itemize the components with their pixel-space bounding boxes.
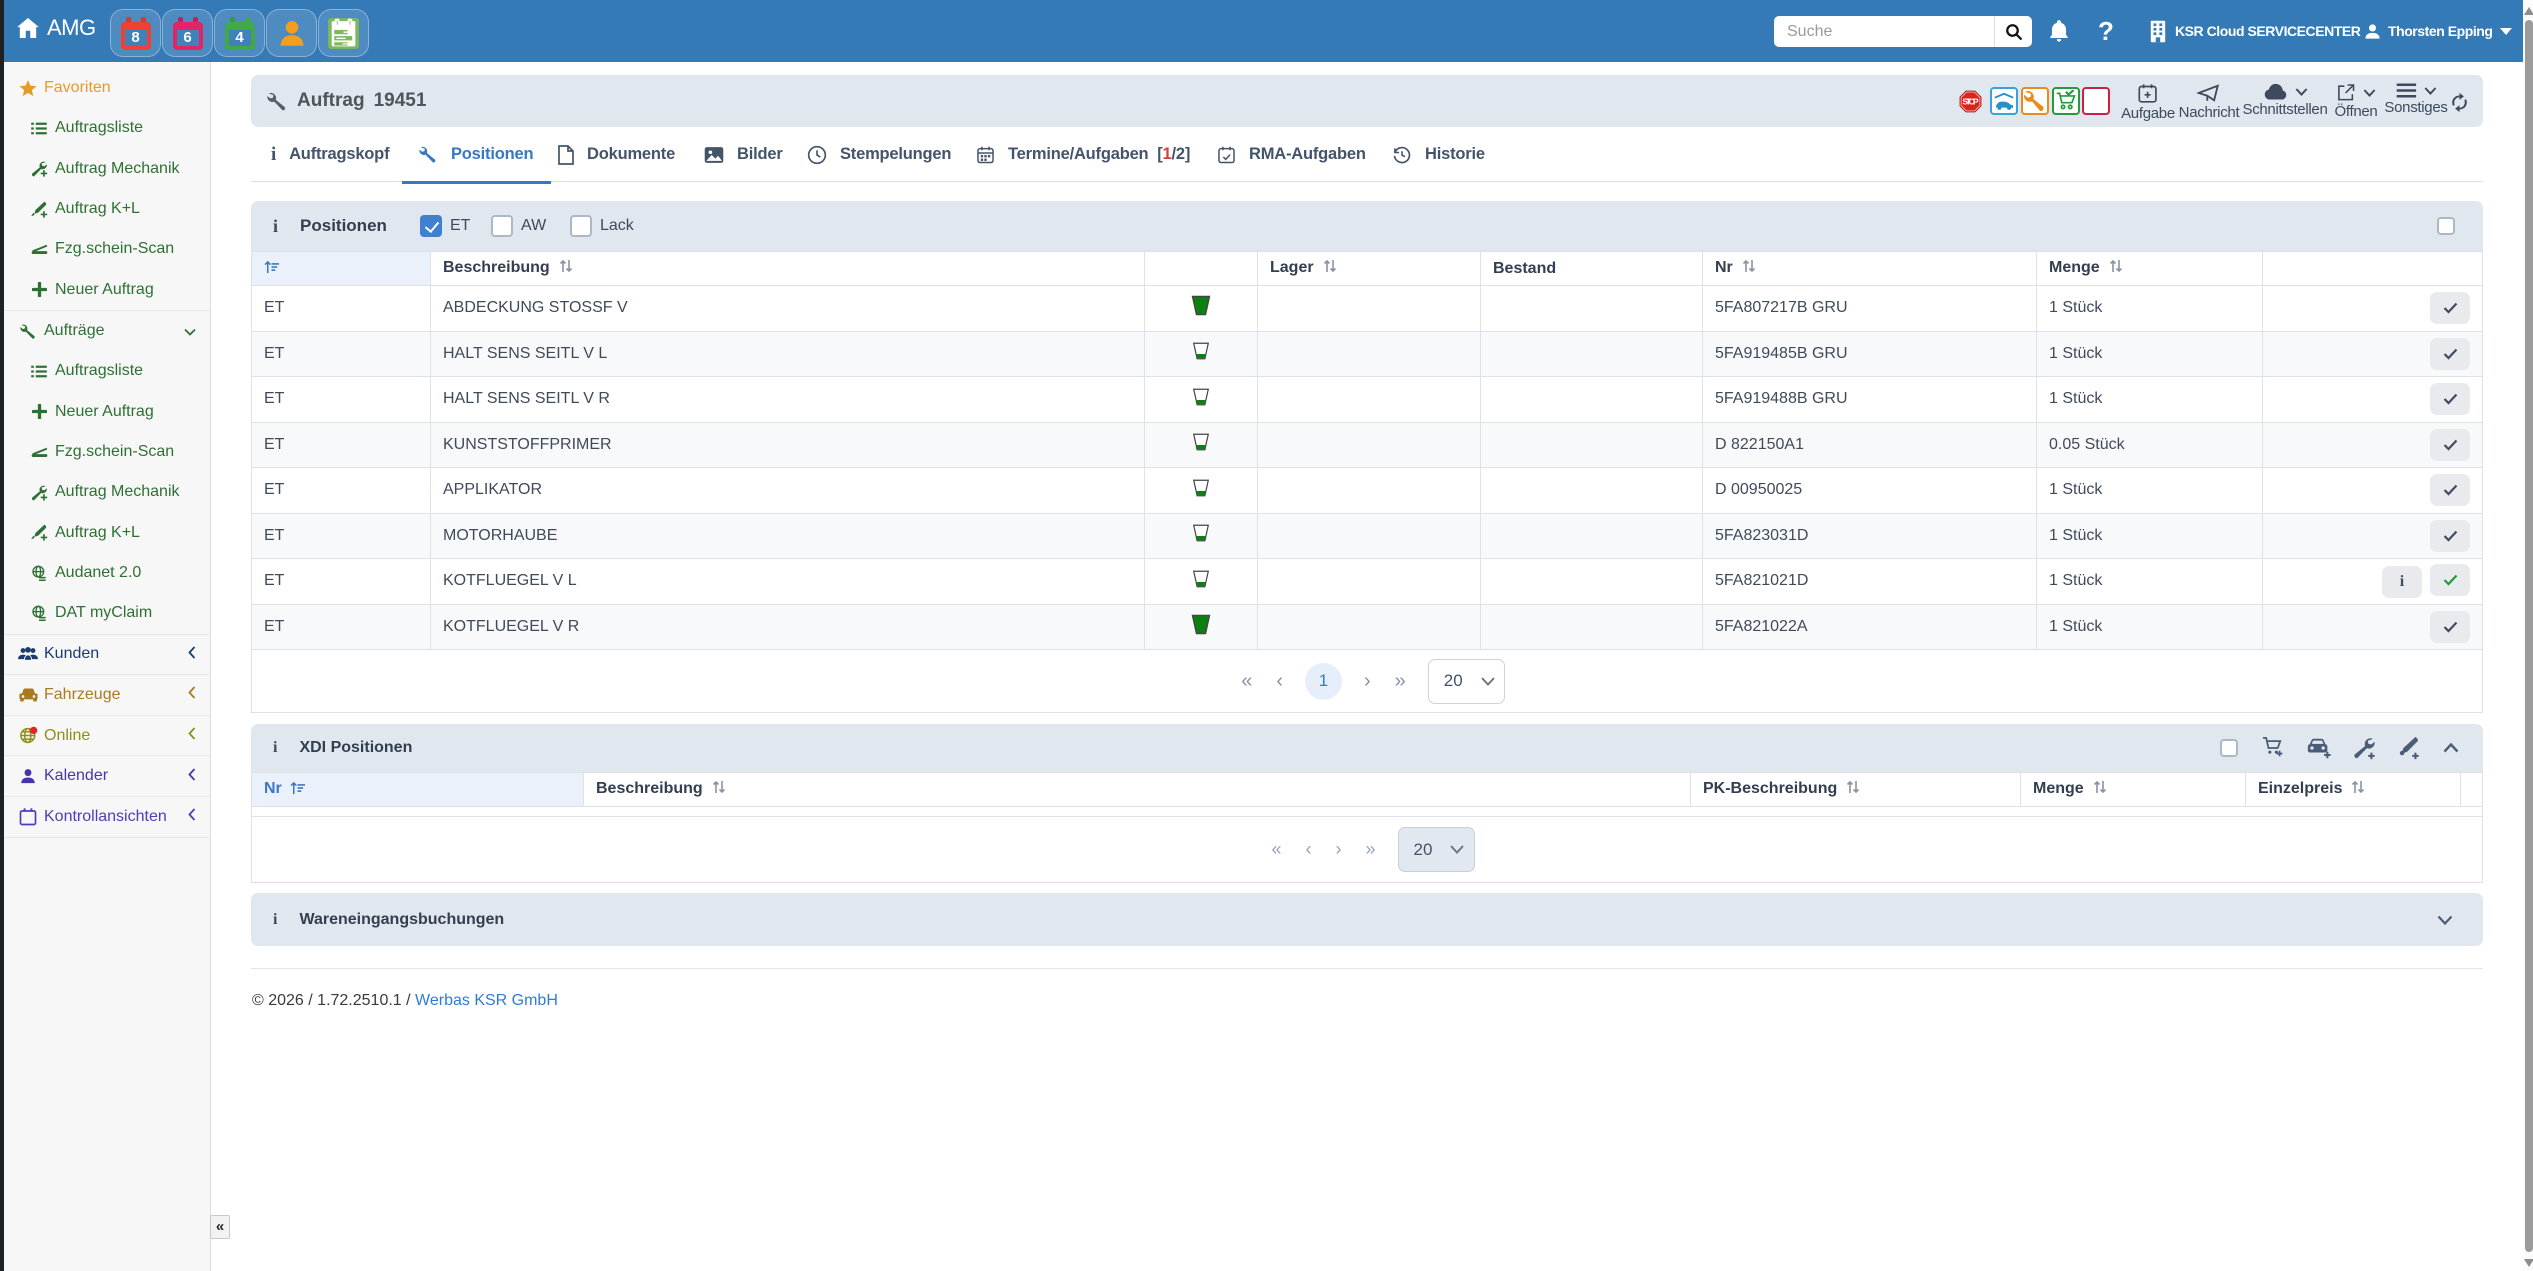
svg-text:STOP: STOP: [1962, 97, 1979, 107]
